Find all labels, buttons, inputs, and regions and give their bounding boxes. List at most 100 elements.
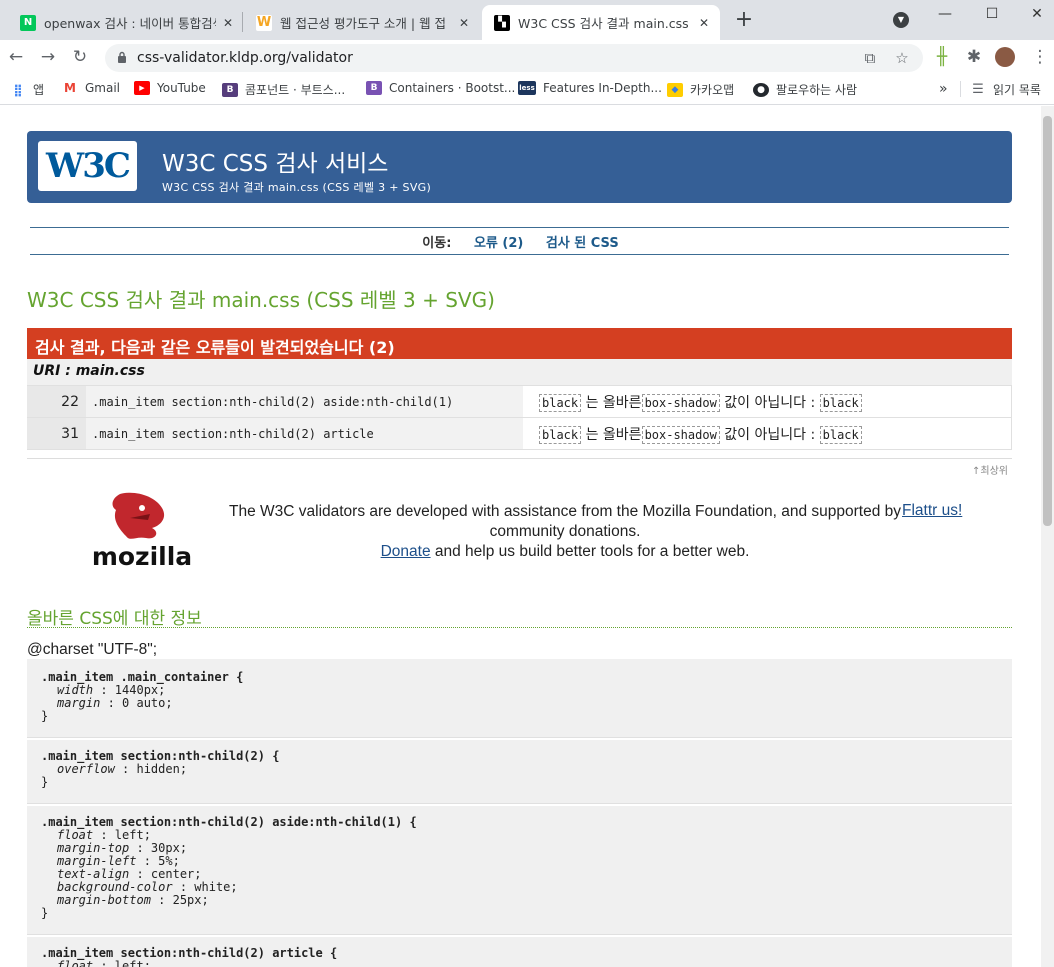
extension-ladder-icon[interactable]: ╫ [930,45,954,69]
reload-icon[interactable]: ↻ [68,45,92,69]
extensions-puzzle-icon[interactable]: ✱ [962,45,986,69]
close-icon[interactable]: ✕ [696,15,712,31]
bookmark-label: Gmail [85,81,121,95]
maximize-button[interactable]: ☐ [977,4,1007,24]
navigation-bar: ← → ↻ css-validator.kldp.org/validator ⧉… [0,40,1054,75]
new-tab-button[interactable]: + [732,8,756,32]
tab-accessibility[interactable]: W 웹 접근성 평가도구 소개 | 웹 접 ✕ [244,5,480,40]
address-bar[interactable]: css-validator.kldp.org/validator ⧉ ☆ [105,44,923,72]
error-value: black [539,425,582,444]
vertical-scrollbar[interactable] [1041,106,1054,967]
css-property-name: margin-bottom [57,893,151,907]
w-icon: W [256,14,272,31]
css-rule-block: .main_item section:nth-child(2) article … [27,937,1012,967]
css-property-value: : center; [129,867,202,881]
donate-link[interactable]: Donate [381,543,431,560]
css-property-value: : left; [93,828,151,842]
page-viewport: W3C W3C CSS 검사 서비스 W3C CSS 검사 결과 main.cs… [0,106,1041,967]
youtube-icon: ▶ [134,81,150,95]
css-property-name: margin-top [57,841,130,855]
github-icon: ● [753,82,769,97]
close-icon[interactable]: ✕ [220,15,236,31]
error-text: 값이 아닙니다 : [724,426,816,443]
back-arrow-icon[interactable]: ← [4,45,28,69]
error-text: 는 올바른 [585,426,642,443]
error-header: 검사 결과, 다음과 같은 오류들이 발견되었습니다 (2) [27,328,1012,359]
kebab-menu-icon[interactable]: ⋮ [1028,45,1052,69]
css-declaration: margin : 0 auto; [41,697,998,710]
donate-sentence: Donate and help us build better tools fo… [225,542,905,562]
flattr-link[interactable]: Flattr us! [902,502,962,520]
bookmark-apps[interactable]: ⣿ 앱 [10,81,44,98]
jump-divider-bottom [30,254,1009,255]
tab-title: openwax 검사 : 네이버 통합검색 [44,16,216,31]
bookmark-bootstrap-containers[interactable]: B Containers · Bootst... [366,81,515,95]
tab-naver[interactable]: N openwax 검사 : 네이버 통합검색 ✕ [8,5,244,40]
error-message: black 는 올바른 box-shadow 값이 아닙니다 : black [523,385,1012,418]
reading-list-button[interactable]: ☰ 읽기 목록 [970,81,1041,98]
window-close-button[interactable]: ✕ [1022,4,1052,24]
bookmark-github-following[interactable]: ● 팔로우하는 사람 [753,81,857,98]
apps-icon: ⣿ [13,82,23,97]
css-property-value: : 30px; [129,841,188,855]
error-table: 22 .main_item section:nth-child(2) aside… [27,385,1012,450]
translate-icon[interactable]: ⧉ [861,49,879,67]
bookmark-bootstrap-components[interactable]: B 콤포넌트 · 부트스... [222,81,345,98]
jump-errors-link[interactable]: 오류 (2) [474,236,523,251]
bookmark-less-features[interactable]: less Features In-Depth... [518,81,662,95]
tab-w3c-validator[interactable]: ▚ W3C CSS 검사 결과 main.css (C ✕ [482,5,720,40]
forward-arrow-icon[interactable]: → [36,45,60,69]
bootstrap-icon: B [366,81,382,95]
css-declaration: float : left; [41,960,998,967]
jump-validated-link[interactable]: 검사 된 CSS [546,236,619,251]
back-to-top-link[interactable]: ↑최상위 [972,462,1008,477]
css-property-name: margin-left [57,854,137,868]
table-row: 22 .main_item section:nth-child(2) aside… [27,385,1012,418]
section-divider [27,458,1012,459]
css-rule-block: .main_item .main_container {width : 1440… [27,659,1012,738]
tab-search-icon[interactable]: ▼ [893,12,909,28]
minimize-button[interactable]: — [930,4,960,24]
close-icon[interactable]: ✕ [456,15,472,31]
css-declaration: overflow : hidden; [41,763,998,776]
error-text: 값이 아닙니다 : [724,394,816,411]
bookmark-label: Containers · Bootst... [389,81,516,95]
mozilla-logo[interactable]: mozilla [90,490,195,572]
error-message: black 는 올바른 box-shadow 값이 아닙니다 : black [523,417,1012,450]
css-declaration: margin-bottom : 25px; [41,894,998,907]
more-bookmarks-icon[interactable]: » [939,81,948,97]
bookmark-gmail[interactable]: M Gmail [62,81,120,95]
url-text[interactable]: css-validator.kldp.org/validator [137,50,353,66]
bookmarks-divider [960,81,961,97]
bookmark-star-icon[interactable]: ☆ [893,49,911,67]
w3c-logo[interactable]: W3C [38,141,137,191]
css-property-name: text-align [57,867,130,881]
charset-declaration: @charset "UTF-8"; [27,641,158,658]
profile-avatar[interactable] [995,47,1015,67]
bookmark-label: 카카오맵 [690,83,735,97]
w3c-icon: ▚ [494,14,510,31]
css-closing-brace: } [41,775,49,789]
scrollbar-thumb[interactable] [1043,116,1052,526]
error-value: black [819,393,862,412]
service-subtitle: W3C CSS 검사 결과 main.css (CSS 레벨 3 + SVG) [162,181,432,194]
css-selector: .main_item .main_container { [41,670,244,684]
bookmark-label: YouTube [157,81,206,95]
bookmark-youtube[interactable]: ▶ YouTube [134,81,206,95]
naver-icon: N [20,14,36,31]
error-line-number: 22 [27,385,86,418]
lock-icon [118,51,126,63]
svg-text:mozilla: mozilla [92,542,192,571]
error-property: box-shadow [641,425,720,444]
bookmark-kakaomap[interactable]: ◆ 카카오맵 [667,81,734,98]
css-property-value: : 5%; [136,854,180,868]
error-value: black [819,425,862,444]
valid-css-heading: 올바른 CSS에 대한 정보 [27,604,1012,629]
error-line-number: 31 [27,417,86,450]
error-property: box-shadow [641,393,720,412]
bookmarks-bar: ⣿ 앱 M Gmail ▶ YouTube B 콤포넌트 · 부트스... B … [0,75,1054,105]
tab-title: 웹 접근성 평가도구 소개 | 웹 접 [280,16,447,31]
jump-label: 이동: [422,236,452,251]
bootstrap-icon: B [222,82,238,97]
css-property-value: : left; [93,959,151,967]
